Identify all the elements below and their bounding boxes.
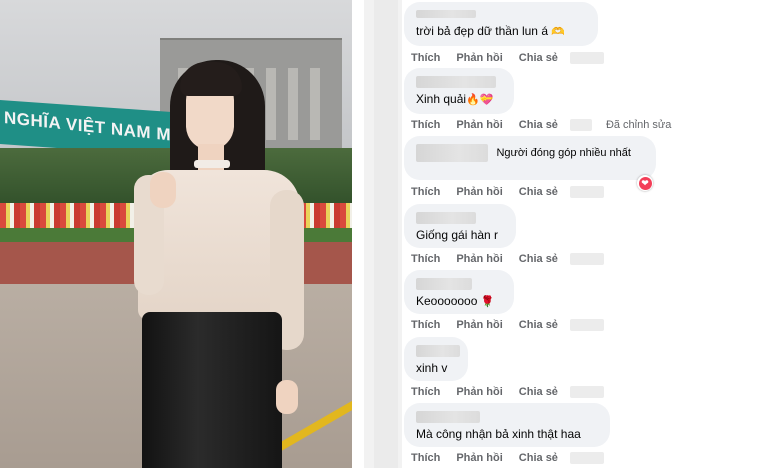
reply-link[interactable]: Phản hồi <box>456 452 502 464</box>
comment-bubble[interactable]: Keooooooo 🌹 <box>404 270 514 314</box>
comment-actions: Thích Phản hồi Chia sẻ <box>411 185 604 199</box>
reply-link[interactable]: Phản hồi <box>456 186 502 198</box>
reply-link[interactable]: Phản hồi <box>456 119 502 131</box>
author-name-blurred[interactable] <box>416 144 488 162</box>
author-name-blurred[interactable] <box>416 278 472 290</box>
neck-scarf <box>194 160 230 168</box>
like-link[interactable]: Thích <box>411 253 440 265</box>
top-contributor-badge[interactable]: Người đóng góp nhiều nhất <box>496 147 630 159</box>
black-skirt <box>142 312 282 468</box>
share-link[interactable]: Chia sẻ <box>519 386 558 398</box>
share-link[interactable]: Chia sẻ <box>519 452 558 464</box>
reply-link[interactable]: Phản hồi <box>456 386 502 398</box>
reply-link[interactable]: Phản hồi <box>456 253 502 265</box>
comment-text: trời bả đẹp dữ thần lun á 🫶 <box>416 24 566 38</box>
heart-hands-icon: 🫶 <box>551 26 566 38</box>
like-link[interactable]: Thích <box>411 386 440 398</box>
timestamp-blurred[interactable] <box>569 253 604 265</box>
fire-heart-icons: 🔥💝 <box>466 94 494 106</box>
mausoleum-column <box>266 68 276 140</box>
heart-reaction-icon[interactable]: ❤ <box>637 175 653 191</box>
comment-text: Giống gái hàn r <box>416 228 499 242</box>
comment-actions: Thích Phản hồi Chia sẻ <box>411 451 604 465</box>
like-link[interactable]: Thích <box>411 319 440 331</box>
author-name-blurred[interactable] <box>416 345 460 357</box>
comment-actions: Thích Phản hồi Chia sẻ <box>411 51 604 65</box>
comment-bubble[interactable]: Xinh quải🔥💝 <box>404 68 514 114</box>
avatar-column-blurred <box>364 0 402 468</box>
comment-actions: Thích Phản hồi Chia sẻ <box>411 252 604 266</box>
reply-link[interactable]: Phản hồi <box>456 319 502 331</box>
comment-bubble[interactable]: Người đóng góp nhiều nhất <box>404 136 656 180</box>
timestamp-blurred[interactable] <box>569 319 604 331</box>
like-link[interactable]: Thích <box>411 186 440 198</box>
woman-bangs <box>180 62 242 96</box>
timestamp-blurred[interactable] <box>569 119 592 131</box>
post-photo[interactable]: NGHĨA VIỆT NAM MUÔN N <box>0 0 352 468</box>
comment-bubble[interactable]: Mà công nhận bả xinh thật haa <box>404 403 610 447</box>
share-link[interactable]: Chia sẻ <box>519 119 558 131</box>
like-link[interactable]: Thích <box>411 452 440 464</box>
author-name-blurred[interactable] <box>416 411 480 423</box>
timestamp-blurred[interactable] <box>569 52 604 64</box>
left-hand <box>150 172 176 208</box>
comment-section: trời bả đẹp dữ thần lun á 🫶 Thích Phản h… <box>364 0 780 468</box>
author-name-blurred[interactable] <box>416 76 496 88</box>
comment-bubble[interactable]: xinh v <box>404 337 468 381</box>
like-link[interactable]: Thích <box>411 119 440 131</box>
comment-text: Keooooooo 🌹 <box>416 294 495 308</box>
comment-text: Xinh quải🔥💝 <box>416 92 494 106</box>
timestamp-blurred[interactable] <box>569 386 604 398</box>
comment-actions: Thích Phản hồi Chia sẻ <box>411 318 604 332</box>
comment-text: xinh v <box>416 361 448 375</box>
rose-icon: 🌹 <box>480 296 495 308</box>
comment-bubble[interactable]: Giống gái hàn r <box>404 204 516 248</box>
share-link[interactable]: Chia sẻ <box>519 52 558 64</box>
author-name-blurred[interactable] <box>416 10 476 18</box>
comment-actions: Thích Phản hồi Chia sẻ <box>411 385 604 399</box>
like-link[interactable]: Thích <box>411 52 440 64</box>
timestamp-blurred[interactable] <box>569 452 604 464</box>
edited-label[interactable]: Đã chỉnh sửa <box>606 119 671 131</box>
reply-link[interactable]: Phản hồi <box>456 52 502 64</box>
comment-bubble[interactable]: trời bả đẹp dữ thần lun á 🫶 <box>404 2 598 46</box>
panel-divider <box>352 0 364 468</box>
author-name-blurred[interactable] <box>416 212 476 224</box>
share-link[interactable]: Chia sẻ <box>519 186 558 198</box>
right-hand <box>276 380 298 414</box>
mausoleum-column <box>288 68 298 140</box>
comment-text: Mà công nhận bả xinh thật haa <box>416 427 581 441</box>
mausoleum-column <box>310 68 320 140</box>
share-link[interactable]: Chia sẻ <box>519 253 558 265</box>
timestamp-blurred[interactable] <box>569 186 604 198</box>
share-link[interactable]: Chia sẻ <box>519 319 558 331</box>
comment-actions: Thích Phản hồi Chia sẻ Đã chỉnh sửa <box>411 118 671 132</box>
